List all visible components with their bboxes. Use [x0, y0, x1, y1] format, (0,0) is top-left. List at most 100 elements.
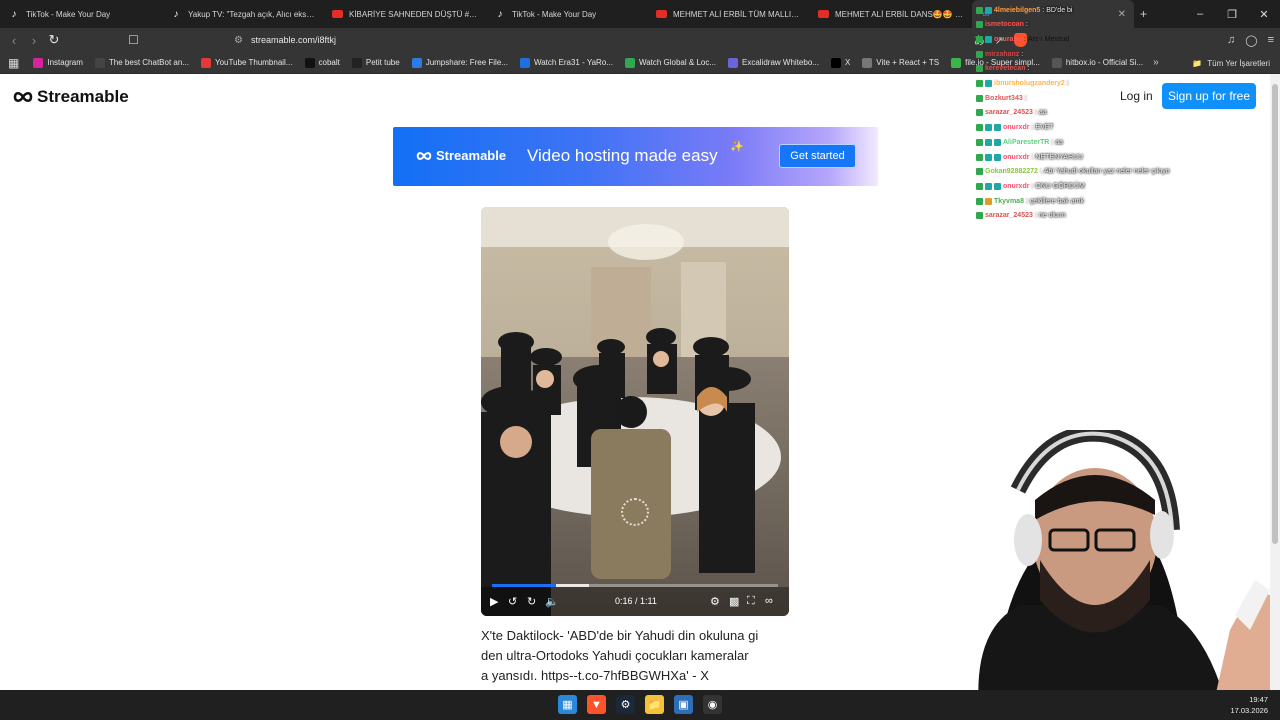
windows-taskbar: ▦ ▼ ⚙ 📁 ▣ ◉ 19:47 17.03.2026	[0, 690, 1280, 720]
jumpshare-icon	[411, 57, 422, 68]
bookmark-item[interactable]: Jumpshare: Free File...	[406, 57, 514, 68]
chat-separator: :	[1021, 50, 1024, 58]
bookmark-label: Petit tube	[365, 58, 400, 67]
browser-tab[interactable]: ♪ Yakup TV: "Tezgah açık, Alıcı eksik!" -	[162, 0, 324, 28]
browser-tab[interactable]: MEHMET ALİ ERBİL DANS🤩🤩 - Yo	[810, 0, 972, 28]
chat-username: 4lmeiebilgen5	[994, 6, 1041, 14]
thumbnail-icon	[200, 57, 211, 68]
chat-message: 4lmeiebilgen5: BD'de bi	[976, 4, 1073, 16]
back-icon[interactable]: ‹	[4, 30, 24, 50]
chat-badge-icon	[994, 124, 1001, 132]
chat-badge-icon	[976, 138, 983, 146]
browser-tab[interactable]: KİBARİYE SAHNEDEN DÜŞTÜ #KİBARİ	[324, 0, 486, 28]
brave-browser-icon[interactable]: ▼	[587, 695, 606, 714]
chat-username: kerevetecan	[985, 65, 1026, 73]
chat-separator: :	[1027, 65, 1030, 73]
bookmark-item[interactable]: cobalt	[299, 57, 346, 68]
video-player[interactable]: ▶ ↺ ↻ 🔈 0:16 / 1:11 ⚙ ▩ ⛶ ∞	[481, 207, 789, 616]
volume-icon[interactable]: 🔈	[545, 593, 559, 609]
global-icon	[624, 57, 635, 68]
chat-badge-icon	[976, 6, 983, 14]
video-title-line: den ultra-Ortodoks Yahudi çocukları kame…	[481, 648, 749, 663]
logo-text: Streamable	[37, 87, 129, 106]
petit-tube-icon	[351, 57, 362, 68]
bookmark-item[interactable]: X	[825, 57, 856, 68]
steam-icon[interactable]: ⚙	[616, 695, 635, 714]
system-clock[interactable]: 19:47 17.03.2026	[1230, 694, 1268, 716]
vite-icon	[862, 57, 873, 68]
url-text[interactable]: streamable.com/i8ftkj	[251, 35, 336, 45]
fileio-icon	[951, 57, 962, 68]
chat-text: Arz-ı Mevzud	[1027, 35, 1070, 43]
chat-message: onuraslr: Arz-ı Mevzud	[976, 33, 1069, 45]
chat-badge-icon	[994, 182, 1001, 190]
chat-badge-icon	[985, 35, 992, 43]
reload-icon[interactable]: ↻	[44, 30, 64, 50]
chat-username: onuraslr	[994, 35, 1023, 43]
bookmark-item[interactable]: Watch Global & Loc...	[619, 57, 722, 68]
chat-badge-icon	[985, 182, 992, 190]
rewind-icon[interactable]: ↺	[508, 593, 517, 609]
played-bar	[492, 584, 557, 587]
chat-message: Gokan92882272: Abi Yahudi okulları yaz ne…	[976, 166, 1170, 178]
chat-text: aa	[1038, 109, 1047, 117]
get-started-button[interactable]: Get started	[779, 144, 856, 168]
webcam-overlay	[978, 430, 1270, 720]
forward-skip-icon[interactable]: ↻	[527, 593, 536, 609]
youtube-icon	[818, 10, 829, 18]
chatbot-icon	[94, 57, 105, 68]
chat-separator: :	[1031, 182, 1034, 190]
video-title: X'te Daktilock- 'ABD'de bir Yahudi din o…	[481, 626, 781, 686]
bookmark-page-icon[interactable]: ☐	[128, 33, 139, 47]
chat-badge-icon	[985, 6, 992, 14]
apps-grid-icon[interactable]: ▦	[0, 56, 27, 70]
play-icon[interactable]: ▶	[490, 593, 498, 609]
seek-bar[interactable]	[492, 584, 778, 587]
chat-message: AliParesterTR: aa	[976, 136, 1063, 148]
fullscreen-icon[interactable]: ⛶	[747, 593, 755, 609]
streamable-logo[interactable]: Streamable	[13, 87, 129, 107]
tab-title: Yakup TV: "Tezgah açık, Alıcı eksik!" -	[188, 9, 316, 19]
bookmark-item[interactable]: Petit tube	[346, 57, 406, 68]
bookmark-item[interactable]: Watch Era31 - YaRo...	[514, 57, 619, 68]
chat-badge-icon	[976, 65, 983, 73]
promo-banner[interactable]: Streamable Video hosting made easy ✨ Get…	[393, 127, 878, 186]
chat-username: Bozkurt343	[985, 94, 1023, 102]
chat-badge-icon	[976, 168, 983, 176]
bookmark-item[interactable]: YouTube Thumbnail...	[195, 57, 299, 68]
chat-separator: :	[1024, 94, 1027, 102]
chat-separator: :	[1039, 168, 1042, 176]
streamable-player-icon[interactable]: ∞	[765, 593, 773, 609]
settings-icon[interactable]: ⚙	[710, 593, 720, 609]
tab-title: TikTok - Make Your Day	[512, 9, 597, 19]
chat-badge-icon	[985, 197, 992, 205]
chat-username: onurxdr	[1003, 124, 1030, 132]
youtube-icon	[656, 10, 667, 18]
browser-tab[interactable]: MEHMET ALİ ERBİL TÜM MALLIKLAR	[648, 0, 810, 28]
bookmark-item[interactable]: Instagram	[27, 57, 89, 68]
browser-tab[interactable]: ♪ TikTok - Make Your Day	[0, 0, 162, 28]
tiktok-icon: ♪	[173, 8, 179, 20]
browser-tab[interactable]: ♪ TikTok - Make Your Day	[486, 0, 648, 28]
bookmark-item[interactable]: Vite + React + TS	[856, 57, 945, 68]
video-title-line: X'te Daktilock- 'ABD'de bir Yahudi din o…	[481, 628, 759, 643]
tab-title: TikTok - Make Your Day	[26, 9, 111, 19]
file-explorer-icon[interactable]: 📁	[645, 695, 664, 714]
chat-badge-icon	[985, 138, 992, 146]
taskbar-apps: ▦ ▼ ⚙ 📁 ▣ ◉	[558, 695, 722, 714]
bookmark-item[interactable]: The best ChatBot an...	[89, 57, 195, 68]
url-field[interactable]: ☐ ⚙ streamable.com/i8ftkj	[128, 30, 978, 50]
bookmark-label: YouTube Thumbnail...	[214, 58, 293, 67]
site-info-icon[interactable]: ⚙	[234, 35, 243, 46]
desktop-app-icon[interactable]: ▣	[674, 695, 693, 714]
forward-icon[interactable]: ›	[24, 30, 44, 50]
chat-separator: :	[1025, 197, 1028, 205]
chat-text: aa	[1055, 138, 1064, 146]
obs-icon[interactable]: ◉	[703, 695, 722, 714]
bookmark-label: Instagram	[47, 58, 83, 67]
chat-badge-icon	[985, 153, 992, 161]
picture-in-picture-icon[interactable]: ▩	[729, 593, 739, 609]
windows-start-icon[interactable]: ▦	[558, 695, 577, 714]
bookmark-item[interactable]: Excalidraw Whitebo...	[722, 57, 825, 68]
chat-badge-icon	[976, 182, 983, 190]
